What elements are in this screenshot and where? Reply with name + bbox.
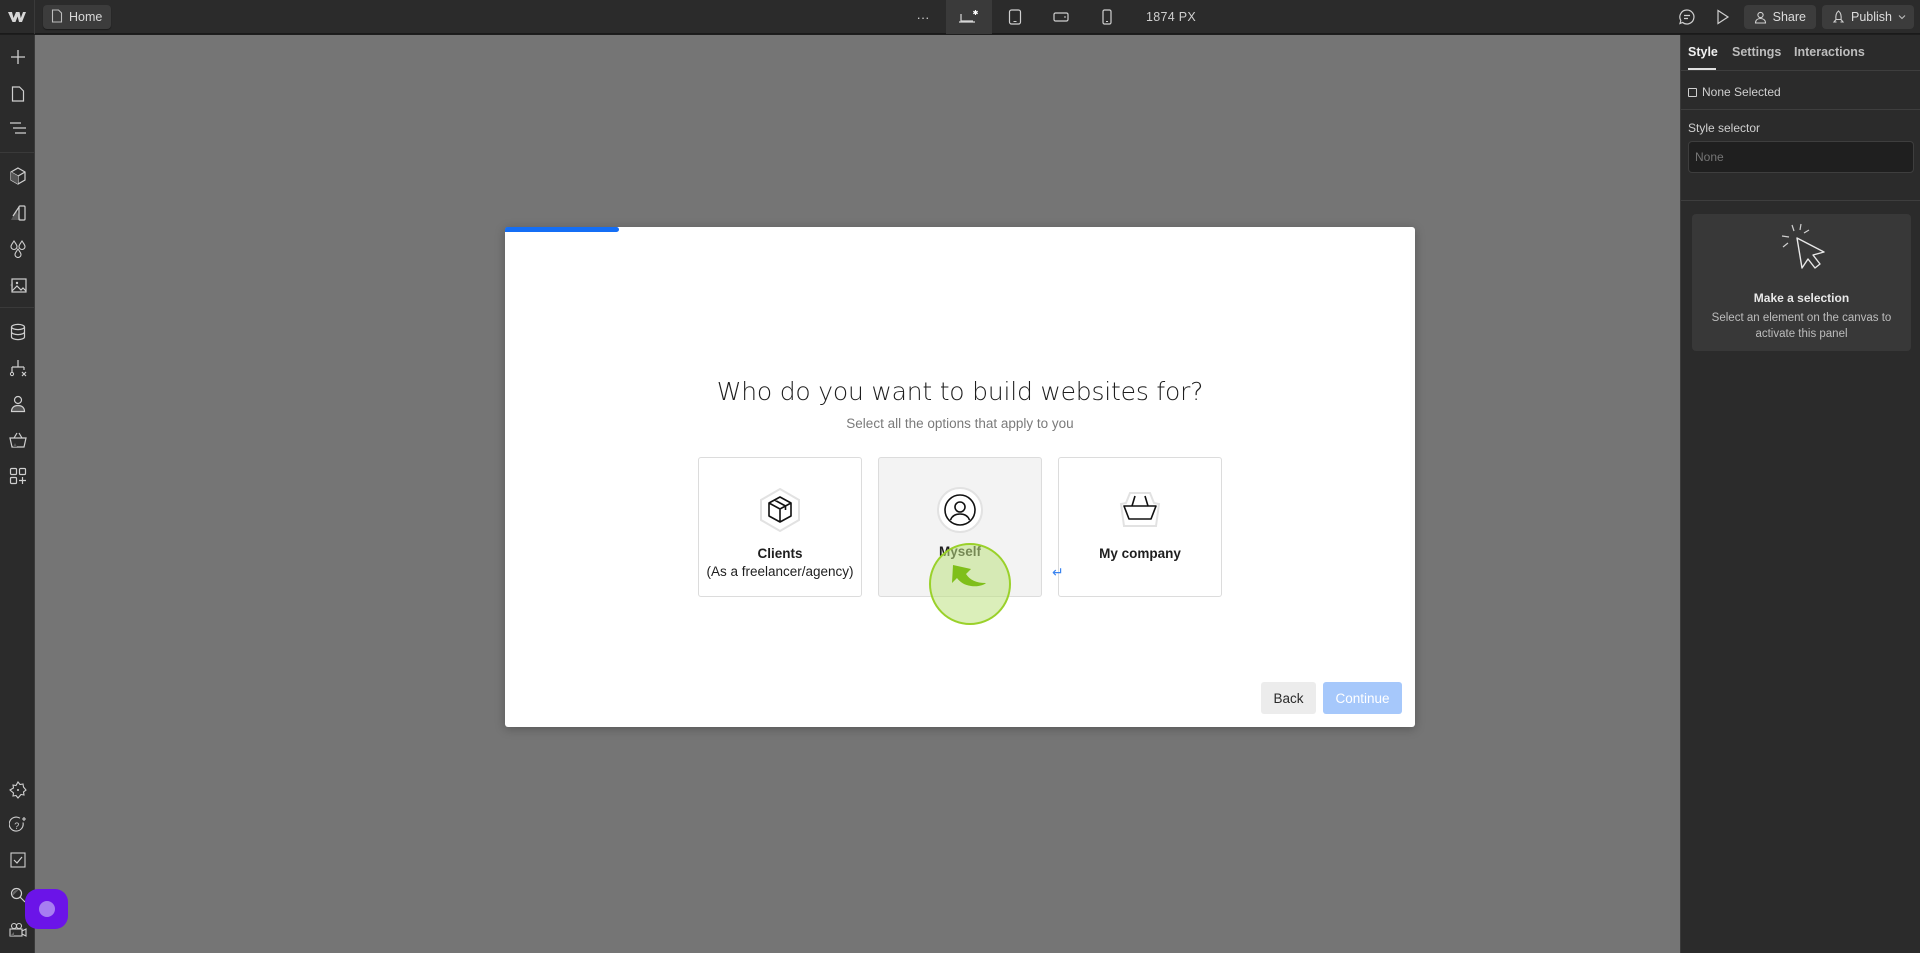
continue-button[interactable]: Continue bbox=[1323, 682, 1402, 714]
back-button[interactable]: Back bbox=[1261, 682, 1316, 714]
swatch-icon bbox=[10, 205, 26, 221]
right-panel: Style Settings Interactions None Selecte… bbox=[1680, 35, 1920, 953]
svg-text:?: ? bbox=[14, 821, 19, 831]
canvas-width-readout: 1874 PX bbox=[1146, 10, 1197, 24]
webflow-logo[interactable] bbox=[0, 0, 35, 34]
breakpoint-mobile-landscape-button[interactable] bbox=[1038, 0, 1084, 34]
user-icon bbox=[936, 486, 984, 534]
rocket-icon bbox=[1832, 10, 1845, 23]
breakpoint-desktop-button[interactable] bbox=[946, 0, 992, 34]
share-button[interactable]: Share bbox=[1743, 5, 1816, 29]
preview-button[interactable] bbox=[1708, 2, 1738, 32]
active-tab-indicator bbox=[1688, 68, 1716, 70]
variables-button[interactable] bbox=[0, 234, 35, 264]
apps-button[interactable] bbox=[0, 461, 35, 491]
add-elements-button[interactable] bbox=[0, 42, 35, 72]
audit-button[interactable] bbox=[0, 845, 35, 875]
more-options-button[interactable]: ··· bbox=[900, 0, 946, 34]
selection-status: None Selected bbox=[1688, 85, 1781, 99]
plus-icon bbox=[10, 50, 25, 64]
page-icon bbox=[51, 8, 63, 26]
components-button[interactable] bbox=[0, 161, 35, 191]
page-label: Home bbox=[69, 10, 103, 24]
empty-state-title: Make a selection bbox=[1753, 291, 1850, 305]
breakpoint-mobile-portrait-button[interactable] bbox=[1084, 0, 1130, 34]
settings-button[interactable] bbox=[0, 775, 35, 805]
comments-button[interactable] bbox=[1672, 2, 1702, 32]
style-selectors-button[interactable] bbox=[0, 198, 35, 228]
element-square-icon bbox=[1688, 87, 1697, 97]
style-selector-label: Style selector bbox=[1688, 121, 1761, 135]
users-button[interactable] bbox=[0, 389, 35, 419]
chat-dot-icon bbox=[38, 901, 55, 917]
style-selector-input[interactable] bbox=[1688, 141, 1914, 173]
logic-flow-icon bbox=[9, 360, 26, 377]
breakpoint-toolbar: ··· 1874 PX bbox=[900, 0, 1196, 34]
user-icon bbox=[10, 395, 25, 413]
option-my-company[interactable]: My company bbox=[1058, 457, 1222, 597]
box-icon bbox=[756, 486, 804, 534]
navigator-icon bbox=[9, 122, 26, 134]
option-label: Clients bbox=[757, 546, 803, 561]
onboarding-modal: Who do you want to build websites for? S… bbox=[505, 227, 1415, 727]
onboarding-progress-bar bbox=[505, 227, 619, 232]
empty-selection-card: Make a selection Select an element on th… bbox=[1692, 214, 1911, 351]
droplets-icon bbox=[9, 240, 26, 258]
desktop-base-icon bbox=[959, 10, 978, 23]
logic-button[interactable] bbox=[0, 353, 35, 383]
pages-button[interactable] bbox=[0, 79, 35, 109]
modal-subtitle: Select all the options that apply to you bbox=[846, 416, 1074, 431]
panel-tabs: Style Settings Interactions bbox=[1681, 35, 1920, 71]
help-button[interactable]: ? bbox=[0, 810, 35, 840]
top-bar: Home ··· 1874 PX Share Publish bbox=[0, 0, 1920, 34]
left-toolbar: ? bbox=[0, 35, 35, 953]
return-key-icon: ↵ bbox=[1052, 564, 1064, 580]
top-right-actions: Share Publish bbox=[1672, 0, 1920, 34]
page-switcher-button[interactable]: Home bbox=[43, 5, 112, 29]
mobile-portrait-icon bbox=[1102, 9, 1112, 25]
publish-button[interactable]: Publish bbox=[1822, 5, 1914, 29]
mobile-landscape-icon bbox=[1053, 12, 1069, 22]
video-camera-icon bbox=[8, 922, 27, 937]
breakpoint-tablet-button[interactable] bbox=[992, 0, 1038, 34]
tab-settings[interactable]: Settings bbox=[1732, 45, 1781, 59]
image-icon bbox=[9, 278, 27, 293]
option-label: My company bbox=[1099, 546, 1181, 561]
gear-icon bbox=[8, 781, 27, 799]
option-clients[interactable]: Clients (As a freelancer/agency) bbox=[698, 457, 862, 597]
navigator-button[interactable] bbox=[0, 113, 35, 143]
cms-button[interactable] bbox=[0, 317, 35, 347]
tab-style[interactable]: Style bbox=[1688, 45, 1718, 59]
tab-interactions[interactable]: Interactions bbox=[1794, 45, 1865, 59]
ecommerce-button[interactable] bbox=[0, 425, 35, 455]
search-icon bbox=[10, 887, 25, 903]
click-indicator bbox=[929, 543, 1011, 625]
cursor-click-icon bbox=[1781, 223, 1825, 269]
basket-icon bbox=[8, 432, 27, 448]
modal-title: Who do you want to build websites for? bbox=[716, 377, 1204, 406]
play-icon bbox=[1717, 9, 1729, 25]
chevron-down-icon bbox=[1898, 15, 1906, 20]
help-icon: ? bbox=[8, 816, 26, 832]
assets-button[interactable] bbox=[0, 270, 35, 300]
page-icon bbox=[11, 86, 24, 102]
apps-grid-icon bbox=[9, 467, 26, 485]
user-icon bbox=[1754, 11, 1766, 24]
help-chat-bubble[interactable] bbox=[25, 889, 68, 929]
empty-state-description: Select an element on the canvas to activ… bbox=[1711, 312, 1892, 340]
cube-icon bbox=[9, 167, 26, 185]
tablet-icon bbox=[1008, 9, 1022, 25]
database-icon bbox=[10, 323, 25, 341]
basket-icon bbox=[1116, 486, 1164, 534]
checkbox-icon bbox=[9, 852, 26, 868]
comment-icon bbox=[1678, 9, 1695, 25]
arrow-icon bbox=[952, 565, 986, 587]
option-sublabel: (As a freelancer/agency) bbox=[706, 564, 854, 579]
